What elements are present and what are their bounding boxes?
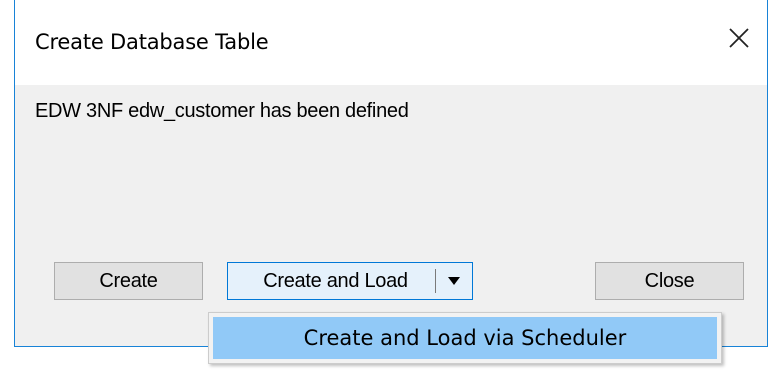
create-and-load-button[interactable]: Create and Load bbox=[228, 263, 435, 299]
dialog-title: Create Database Table bbox=[35, 30, 269, 54]
dropdown-menu: Create and Load via Scheduler bbox=[208, 312, 722, 364]
close-icon[interactable] bbox=[725, 22, 753, 52]
dropdown-arrow-button[interactable] bbox=[436, 263, 472, 299]
title-bar: Create Database Table bbox=[15, 0, 767, 85]
triangle-down-icon bbox=[448, 277, 460, 285]
create-button[interactable]: Create bbox=[54, 262, 203, 300]
create-database-table-dialog: Create Database Table EDW 3NF edw_custom… bbox=[14, 0, 768, 347]
close-button[interactable]: Close bbox=[595, 262, 744, 300]
dialog-message: EDW 3NF edw_customer has been defined bbox=[35, 100, 409, 122]
create-and-load-split-button[interactable]: Create and Load bbox=[227, 262, 473, 300]
menu-item-create-and-load-via-scheduler[interactable]: Create and Load via Scheduler bbox=[213, 317, 717, 359]
